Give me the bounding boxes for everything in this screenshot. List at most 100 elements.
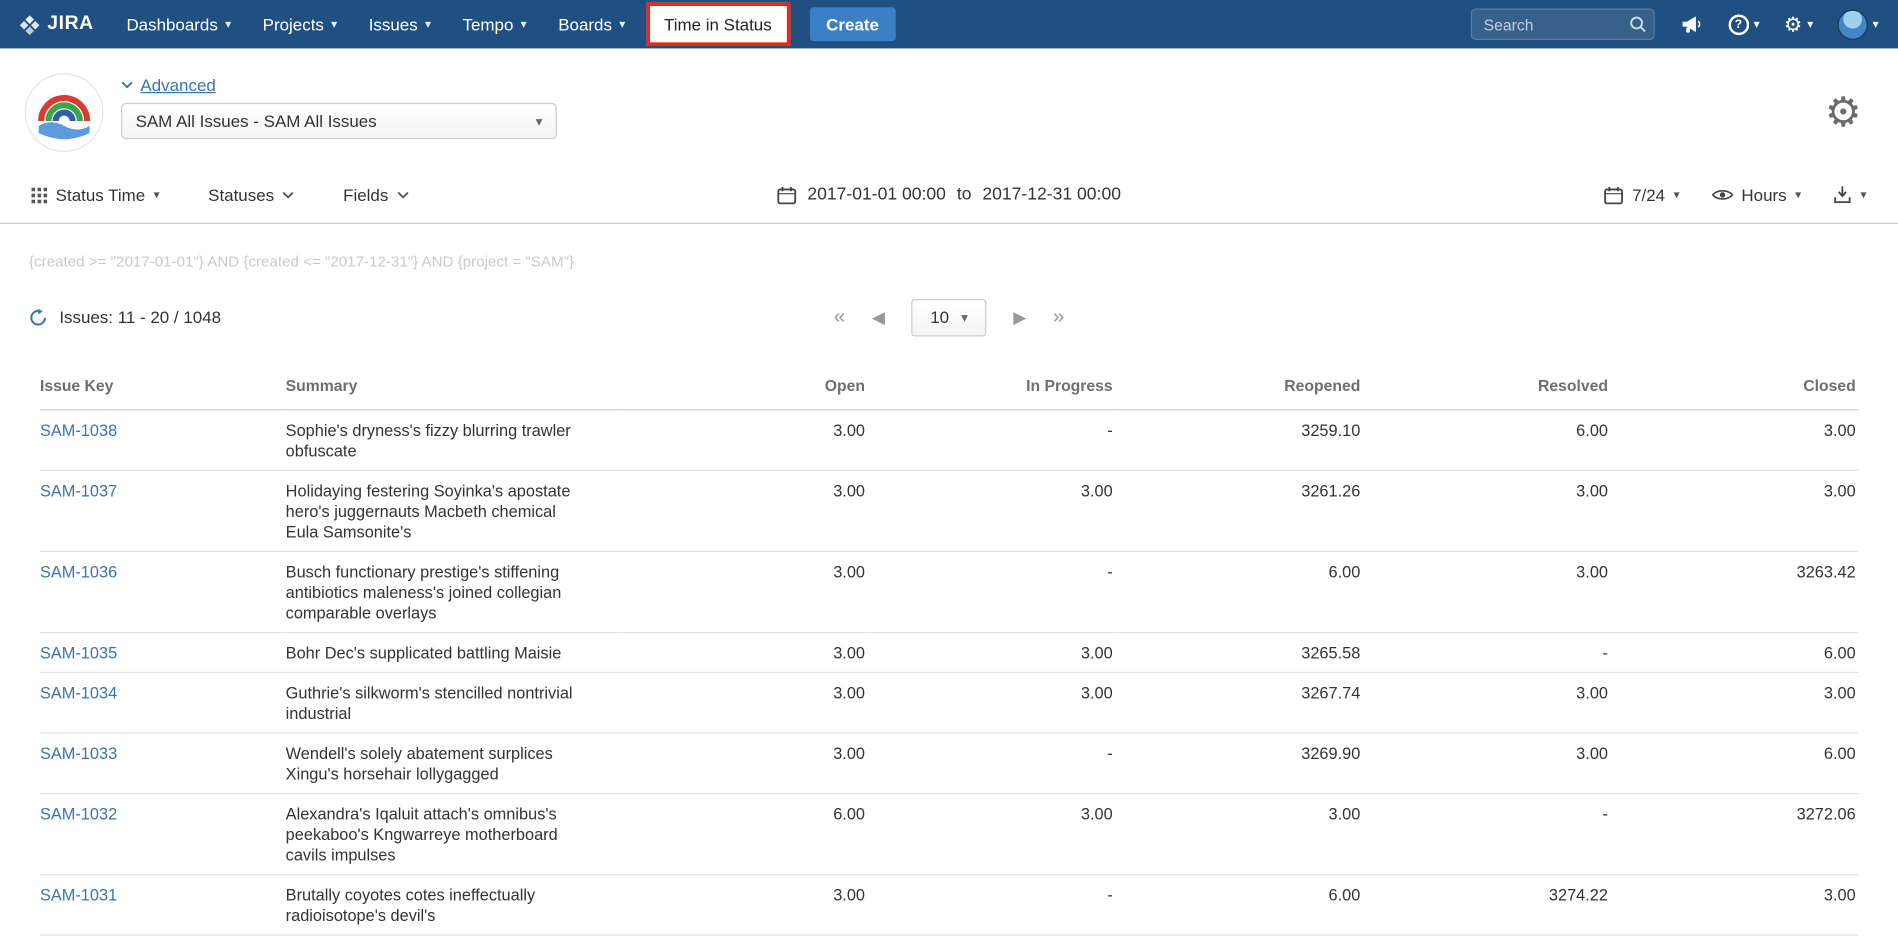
- caret-down-icon: ▾: [536, 113, 543, 129]
- caret-down-icon: ▾: [1861, 188, 1867, 201]
- issue-cell-value: 3.00: [620, 470, 868, 551]
- chevron-down-icon: [121, 81, 133, 88]
- issue-cell-value: -: [867, 410, 1115, 471]
- section-divider: [0, 223, 1898, 224]
- column-header-summary: Summary: [286, 362, 620, 410]
- issue-cell-value: 6.00: [1363, 410, 1611, 471]
- nav-item-label: Dashboards: [126, 15, 217, 34]
- megaphone-icon: [1681, 14, 1704, 35]
- page-size-select[interactable]: 10 ▾: [912, 298, 987, 336]
- first-page-button[interactable]: «: [834, 305, 845, 329]
- caret-down-icon: ▾: [521, 18, 527, 31]
- caret-down-icon: ▾: [154, 188, 160, 201]
- nav-item-label: Tempo: [463, 15, 514, 34]
- issue-cell-value: 3263.42: [1610, 551, 1858, 632]
- statuses-label: Statuses: [208, 185, 274, 204]
- advanced-link[interactable]: Advanced: [121, 75, 216, 94]
- issue-key-link[interactable]: SAM-1034: [40, 684, 117, 702]
- nav-item-time-in-status[interactable]: Time in Status: [646, 2, 790, 46]
- nav-item-label: Boards: [558, 15, 612, 34]
- fields-menu[interactable]: Fields: [343, 185, 409, 204]
- grid-icon: [31, 187, 47, 203]
- chevron-down-icon: [397, 191, 409, 198]
- issue-key-link[interactable]: SAM-1035: [40, 644, 117, 662]
- calendar-icon: [777, 186, 796, 204]
- caret-down-icon: ▾: [1754, 18, 1760, 31]
- issue-cell-value: -: [867, 875, 1115, 936]
- saved-filter-select[interactable]: SAM All Issues - SAM All Issues ▾: [121, 103, 557, 139]
- issue-cell-value: 6.00: [1115, 875, 1363, 936]
- status-time-menu[interactable]: Status Time ▾: [31, 185, 159, 204]
- issues-table: Issue Key Summary Open In Progress Reope…: [40, 362, 1858, 946]
- refresh-icon[interactable]: [29, 308, 47, 326]
- saved-filter-value: SAM All Issues - SAM All Issues: [136, 111, 377, 130]
- issue-key-link[interactable]: SAM-1031: [40, 886, 117, 904]
- caret-down-icon: ▾: [1795, 188, 1801, 201]
- issue-cell-value: 3273.38: [1363, 935, 1611, 946]
- prev-page-button[interactable]: ◀: [872, 307, 885, 328]
- issue-summary: Guthrie's silkworm's stencilled nontrivi…: [286, 672, 620, 733]
- search-box: [1470, 8, 1654, 39]
- issue-cell-value: 3.00: [620, 632, 868, 672]
- issue-cell-value: -: [1363, 793, 1611, 874]
- admin-menu-button[interactable]: ⚙ ▾: [1784, 14, 1813, 35]
- filter-controls: Advanced SAM All Issues - SAM All Issues…: [121, 73, 557, 140]
- app-logo: [24, 73, 104, 153]
- column-header-closed: Closed: [1610, 362, 1858, 410]
- issue-key-link[interactable]: SAM-1038: [40, 421, 117, 439]
- help-icon: ?: [1728, 14, 1749, 35]
- issue-cell-value: 3.00: [1610, 935, 1858, 946]
- date-from: 2017-01-01 00:00: [807, 185, 946, 204]
- search-input[interactable]: [1470, 8, 1654, 39]
- issue-cell-value: 6.00: [620, 935, 868, 946]
- issue-summary: Brutally coyotes cotes ineffectually rad…: [286, 875, 620, 936]
- issue-cell-value: 3261.26: [1115, 470, 1363, 551]
- issue-cell-value: 3274.22: [1363, 875, 1611, 936]
- nav-item-dashboards[interactable]: Dashboards▾: [111, 0, 247, 48]
- issue-cell-value: 3.00: [1610, 875, 1858, 936]
- nav-item-boards[interactable]: Boards▾: [542, 0, 641, 48]
- issue-cell-value: 6.00: [1610, 733, 1858, 794]
- search-icon[interactable]: [1629, 16, 1646, 33]
- user-avatar: [1838, 9, 1868, 39]
- jira-home-link[interactable]: JIRA: [19, 13, 93, 35]
- announcement-button[interactable]: [1681, 14, 1704, 35]
- nav-item-projects[interactable]: Projects▾: [247, 0, 353, 48]
- nav-item-label: Projects: [263, 15, 324, 34]
- eye-icon: [1711, 188, 1733, 203]
- issue-cell-value: 6.00: [1115, 551, 1363, 632]
- nav-item-label: Time in Status: [664, 15, 772, 34]
- issue-cell-value: 3.00: [1115, 793, 1363, 874]
- export-menu[interactable]: ▾: [1833, 185, 1867, 204]
- jira-app: JIRA Dashboards▾ Projects▾ Issues▾ Tempo…: [0, 0, 1898, 946]
- settings-gear-button[interactable]: ⚙: [1825, 73, 1862, 153]
- page-size-value: 10: [930, 307, 949, 326]
- issue-key-link[interactable]: SAM-1037: [40, 482, 117, 500]
- statuses-menu[interactable]: Statuses: [208, 185, 295, 204]
- create-button[interactable]: Create: [809, 7, 896, 41]
- column-header-issue-key: Issue Key: [40, 362, 286, 410]
- issues-count-text: Issues: 11 - 20 / 1048: [59, 307, 221, 326]
- issue-key-link[interactable]: SAM-1036: [40, 563, 117, 581]
- issue-key-link[interactable]: SAM-1032: [40, 805, 117, 823]
- date-range-picker[interactable]: 2017-01-01 00:00 to 2017-12-31 00:00: [777, 185, 1121, 204]
- calendar-ratio-menu[interactable]: 7/24 ▾: [1604, 185, 1679, 204]
- issue-cell-value: -: [1363, 632, 1611, 672]
- nav-item-tempo[interactable]: Tempo ▾: [447, 0, 543, 48]
- column-header-in-progress: In Progress: [867, 362, 1115, 410]
- last-page-button[interactable]: »: [1053, 305, 1064, 329]
- issue-cell-value: 3.00: [1610, 470, 1858, 551]
- caret-down-icon: ▾: [1873, 18, 1879, 31]
- user-menu-button[interactable]: ▾: [1838, 9, 1879, 39]
- next-page-button[interactable]: ▶: [1013, 307, 1026, 328]
- issue-cell-value: 3.00: [620, 410, 868, 471]
- table-header-row: Issue Key Summary Open In Progress Reope…: [40, 362, 1858, 410]
- nav-item-issues[interactable]: Issues▾: [353, 0, 447, 48]
- help-glyph: ?: [1735, 18, 1742, 31]
- table-row: SAM-1036 Busch functionary prestige's st…: [40, 551, 1858, 632]
- issue-cell-value: 3.00: [867, 672, 1115, 733]
- hours-display-menu[interactable]: Hours ▾: [1711, 185, 1801, 204]
- help-menu-button[interactable]: ? ▾: [1728, 14, 1760, 35]
- issue-key-link[interactable]: SAM-1033: [40, 744, 117, 762]
- issues-bar: Issues: 11 - 20 / 1048 « ◀ 10 ▾ ▶ »: [29, 297, 1869, 338]
